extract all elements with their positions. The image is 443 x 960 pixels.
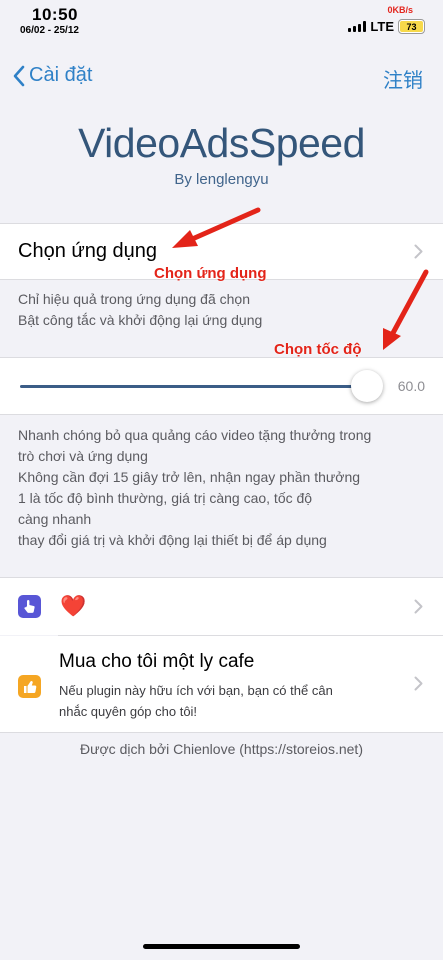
home-indicator xyxy=(143,944,300,949)
annotation-arrows xyxy=(172,207,429,350)
annotation-arrow-speed xyxy=(383,269,429,350)
annotation-arrow-app xyxy=(172,207,261,248)
